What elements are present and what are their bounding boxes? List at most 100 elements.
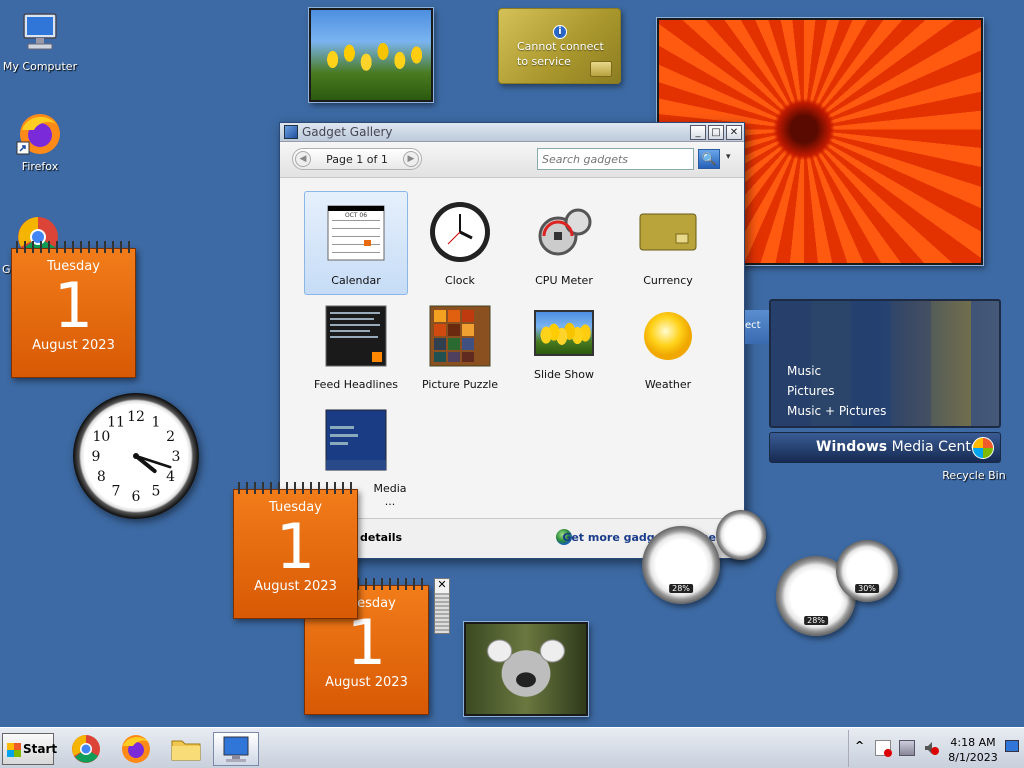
firefox-icon [16,110,64,158]
currency-icon [636,200,700,264]
title-bar[interactable]: Gadget Gallery _ □ ✕ [280,123,744,142]
taskbar-chrome[interactable] [68,732,104,766]
media-center-icon [324,408,388,472]
gadgets-icon [223,736,249,762]
brand-bold: Windows [816,439,888,455]
firefox-icon [122,735,150,763]
taskbar-show-desktop-gadgets[interactable] [213,732,259,766]
gadget-cpu-meter[interactable]: CPU Meter [512,191,616,295]
show-desktop-icon[interactable] [1005,740,1019,752]
media-center-item-pictures[interactable]: Pictures [787,381,999,401]
media-center-item-music[interactable]: Music [787,361,999,381]
cpu-meter-gadget[interactable]: 28% [642,526,720,604]
gadget-name: Calendar [331,274,381,287]
gadget-name: Feed Headlines [313,378,399,391]
gadget-currency[interactable]: Currency [616,191,720,295]
show-details-button[interactable]: details [360,531,402,544]
page-navigator: ◀ Page 1 of 1 ▶ [292,148,422,170]
search-dropdown-chevron-icon[interactable]: ▾ [726,152,731,162]
gadget-slide-show[interactable]: Slide Show [512,295,616,399]
calendar-month-year: August 2023 [254,579,337,594]
gadget-name: Slide Show [533,368,595,381]
puzzle-icon [428,304,492,368]
taskbar-firefox[interactable] [118,732,154,766]
desktop-icon-firefox[interactable]: Firefox [0,110,80,173]
next-page-button[interactable]: ▶ [402,151,419,167]
clock-numeral: 10 [92,429,110,445]
desktop-icon-recycle-bin[interactable]: Recycle Bin [934,469,1014,482]
taskbar: Start ^ 4:18 AM 8/1/2023 [0,727,1024,768]
maximize-button[interactable]: □ [708,124,724,140]
calendar-gadget[interactable]: Tuesday 1 August 2023 [11,241,136,378]
clock-numeral: 12 [127,409,145,425]
clock-numeral: 8 [97,469,106,485]
clock-numeral: 11 [107,414,125,430]
gadget-clock[interactable]: Clock [408,191,512,295]
gadget-name: Weather [644,378,692,391]
clock-readout[interactable]: 4:18 AM 8/1/2023 [945,735,1001,765]
close-icon[interactable]: ✕ [435,579,449,593]
tray-time: 4:18 AM [950,736,996,749]
windows-flag-icon [7,743,21,757]
weather-icon [636,304,700,368]
media-center-gadget[interactable]: Music Pictures Music + Pictures [769,299,1001,428]
calendar-gadget[interactable]: Tuesday 1 August 2023 [233,482,358,619]
slideshow-gadget-tulips[interactable] [309,8,433,102]
gadget-calendar[interactable]: OCT 06 Calendar [304,191,408,295]
cpu-percent: 28% [669,584,693,594]
calendar-icon: OCT 06 [324,200,388,264]
clock-numeral: 4 [166,469,175,485]
window-title: Gadget Gallery [302,125,393,139]
prev-page-button[interactable]: ◀ [295,151,311,167]
close-button[interactable]: ✕ [726,124,742,140]
computer-icon [16,10,64,58]
cpu-meter-secondary[interactable] [716,510,766,560]
feed-icon [324,304,388,368]
desktop-icon-my-computer[interactable]: My Computer [0,10,80,73]
clock-numeral: 2 [166,429,175,445]
calendar-day: 1 [346,606,387,679]
media-center-item-music-pictures[interactable]: Music + Pictures [787,401,999,421]
media-center-side-panel: ect [745,310,771,344]
clock-numeral: 7 [112,484,121,500]
gadget-weather[interactable]: Weather [616,295,720,399]
search-button[interactable]: 🔍 [698,149,720,169]
clock-numeral: 3 [172,449,181,465]
gadget-name: Clock [445,274,475,287]
clock-gadget[interactable]: 12 1 2 3 4 5 6 7 8 9 10 11 [73,393,199,519]
brand-rest: Media Center [887,439,986,455]
network-icon[interactable] [899,740,915,756]
taskbar-explorer[interactable] [168,732,204,766]
desktop-icon-label: Recycle Bin [942,469,1006,482]
clock-numeral: 6 [132,489,141,505]
search-input[interactable] [537,148,694,170]
start-button[interactable]: Start [2,733,58,765]
calendar-rings [16,241,131,253]
volume-muted-icon[interactable] [923,740,939,756]
media-center-brand-bar[interactable]: Windows Media Center [769,432,1001,463]
windows-orb-icon [972,437,994,459]
slideshow-gadget-koala[interactable] [464,622,588,716]
gadget-picture-puzzle[interactable]: Picture Puzzle [408,295,512,399]
start-label: Start [23,742,58,756]
slideshow-icon [534,310,594,356]
clock-numeral: 5 [152,484,161,500]
clock-face: 12 12 3 45678 9 1011 [92,409,181,505]
tray-expand-button[interactable]: ^ [855,739,864,752]
info-icon[interactable]: i [553,25,567,39]
action-center-icon[interactable] [875,740,892,757]
desktop-icon-label: Firefox [21,160,59,173]
currency-gadget[interactable]: i Cannot connect to service [498,8,621,84]
cpu-meter-icon [532,200,596,264]
memory-meter-gadget[interactable]: 30% [836,540,898,602]
gadget-handle[interactable]: ✕ [434,578,450,634]
calendar-month-year: August 2023 [325,675,408,690]
calendar-thumb-month: OCT 06 [345,212,367,219]
chrome-icon [72,735,100,763]
system-tray: ^ 4:18 AM 8/1/2023 [848,730,1024,767]
currency-error-line1: Cannot connect [517,40,604,53]
gadget-feed-headlines[interactable]: Feed Headlines [304,295,408,399]
calendar-day: 1 [275,510,316,583]
tray-date: 8/1/2023 [948,751,998,764]
minimize-button[interactable]: _ [690,124,706,140]
